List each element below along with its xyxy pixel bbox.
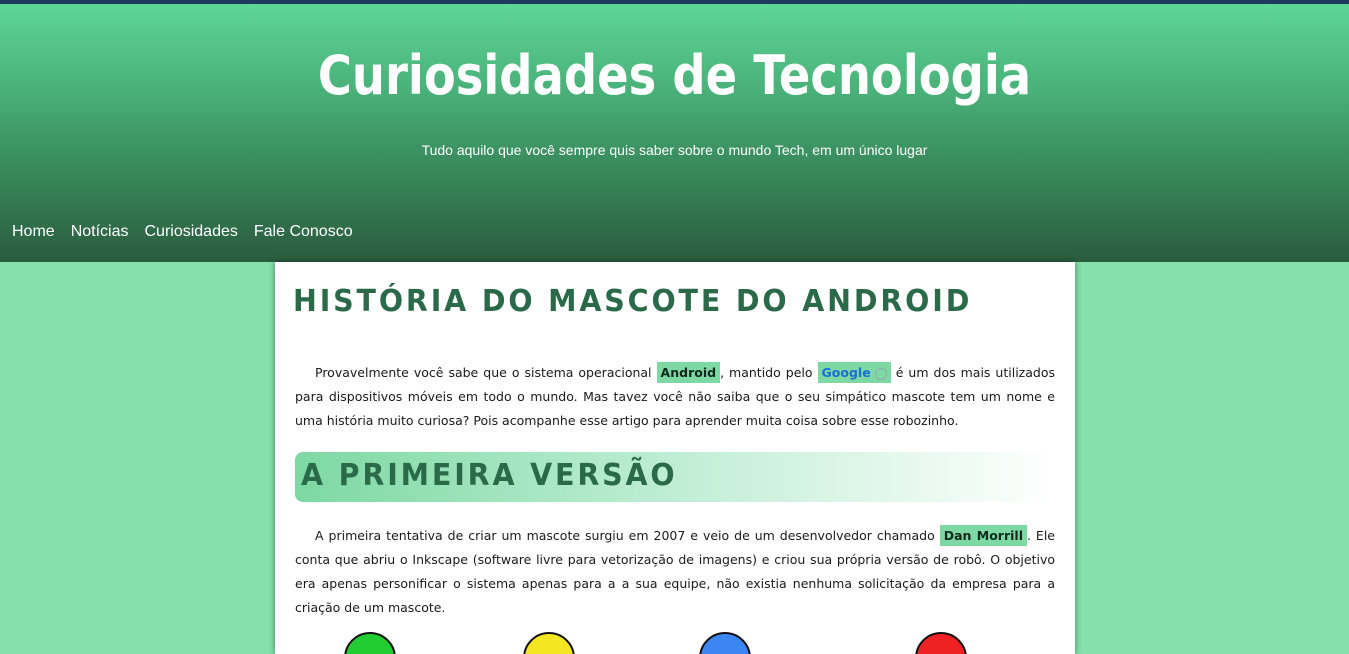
- section-title: A primeira versão: [301, 458, 678, 493]
- google-link[interactable]: Google: [817, 362, 891, 383]
- dan-morrill-highlight: Dan Morrill: [939, 525, 1027, 546]
- android-blue-image: [699, 632, 751, 654]
- android-highlight: Android: [656, 362, 721, 383]
- site-header: Curiosidades de Tecnologia Tudo aquilo q…: [0, 4, 1349, 262]
- nav-fale-conosco[interactable]: Fale Conosco: [254, 223, 353, 241]
- google-link-label[interactable]: Google: [822, 365, 871, 380]
- article-content: História do mascote do Android Provavelm…: [275, 262, 1075, 654]
- site-title: Curiosidades de Tecnologia: [317, 44, 1032, 107]
- nav-noticias[interactable]: Notícias: [71, 223, 129, 241]
- nav-home[interactable]: Home: [12, 223, 55, 241]
- android-green-image: [344, 632, 396, 654]
- section-text-1: A primeira tentativa de criar um mascote…: [315, 528, 940, 543]
- android-yellow-image: [523, 632, 575, 654]
- section-paragraph: A primeira tentativa de criar um mascote…: [295, 524, 1055, 620]
- nav-curiosidades[interactable]: Curiosidades: [144, 223, 237, 241]
- external-link-icon: [874, 367, 887, 380]
- section-heading-band: A primeira versão: [295, 452, 1055, 502]
- intro-text-1: Provavelmente você sabe que o sistema op…: [315, 365, 657, 380]
- site-subtitle: Tudo aquilo que você sempre quis saber s…: [421, 142, 928, 158]
- article-title: História do mascote do Android: [293, 284, 973, 319]
- intro-text-2: , mantido pelo: [720, 365, 818, 380]
- main-nav: Home Notícias Curiosidades Fale Conosco: [12, 223, 353, 241]
- intro-paragraph: Provavelmente você sabe que o sistema op…: [295, 361, 1055, 433]
- android-red-image: [915, 632, 967, 654]
